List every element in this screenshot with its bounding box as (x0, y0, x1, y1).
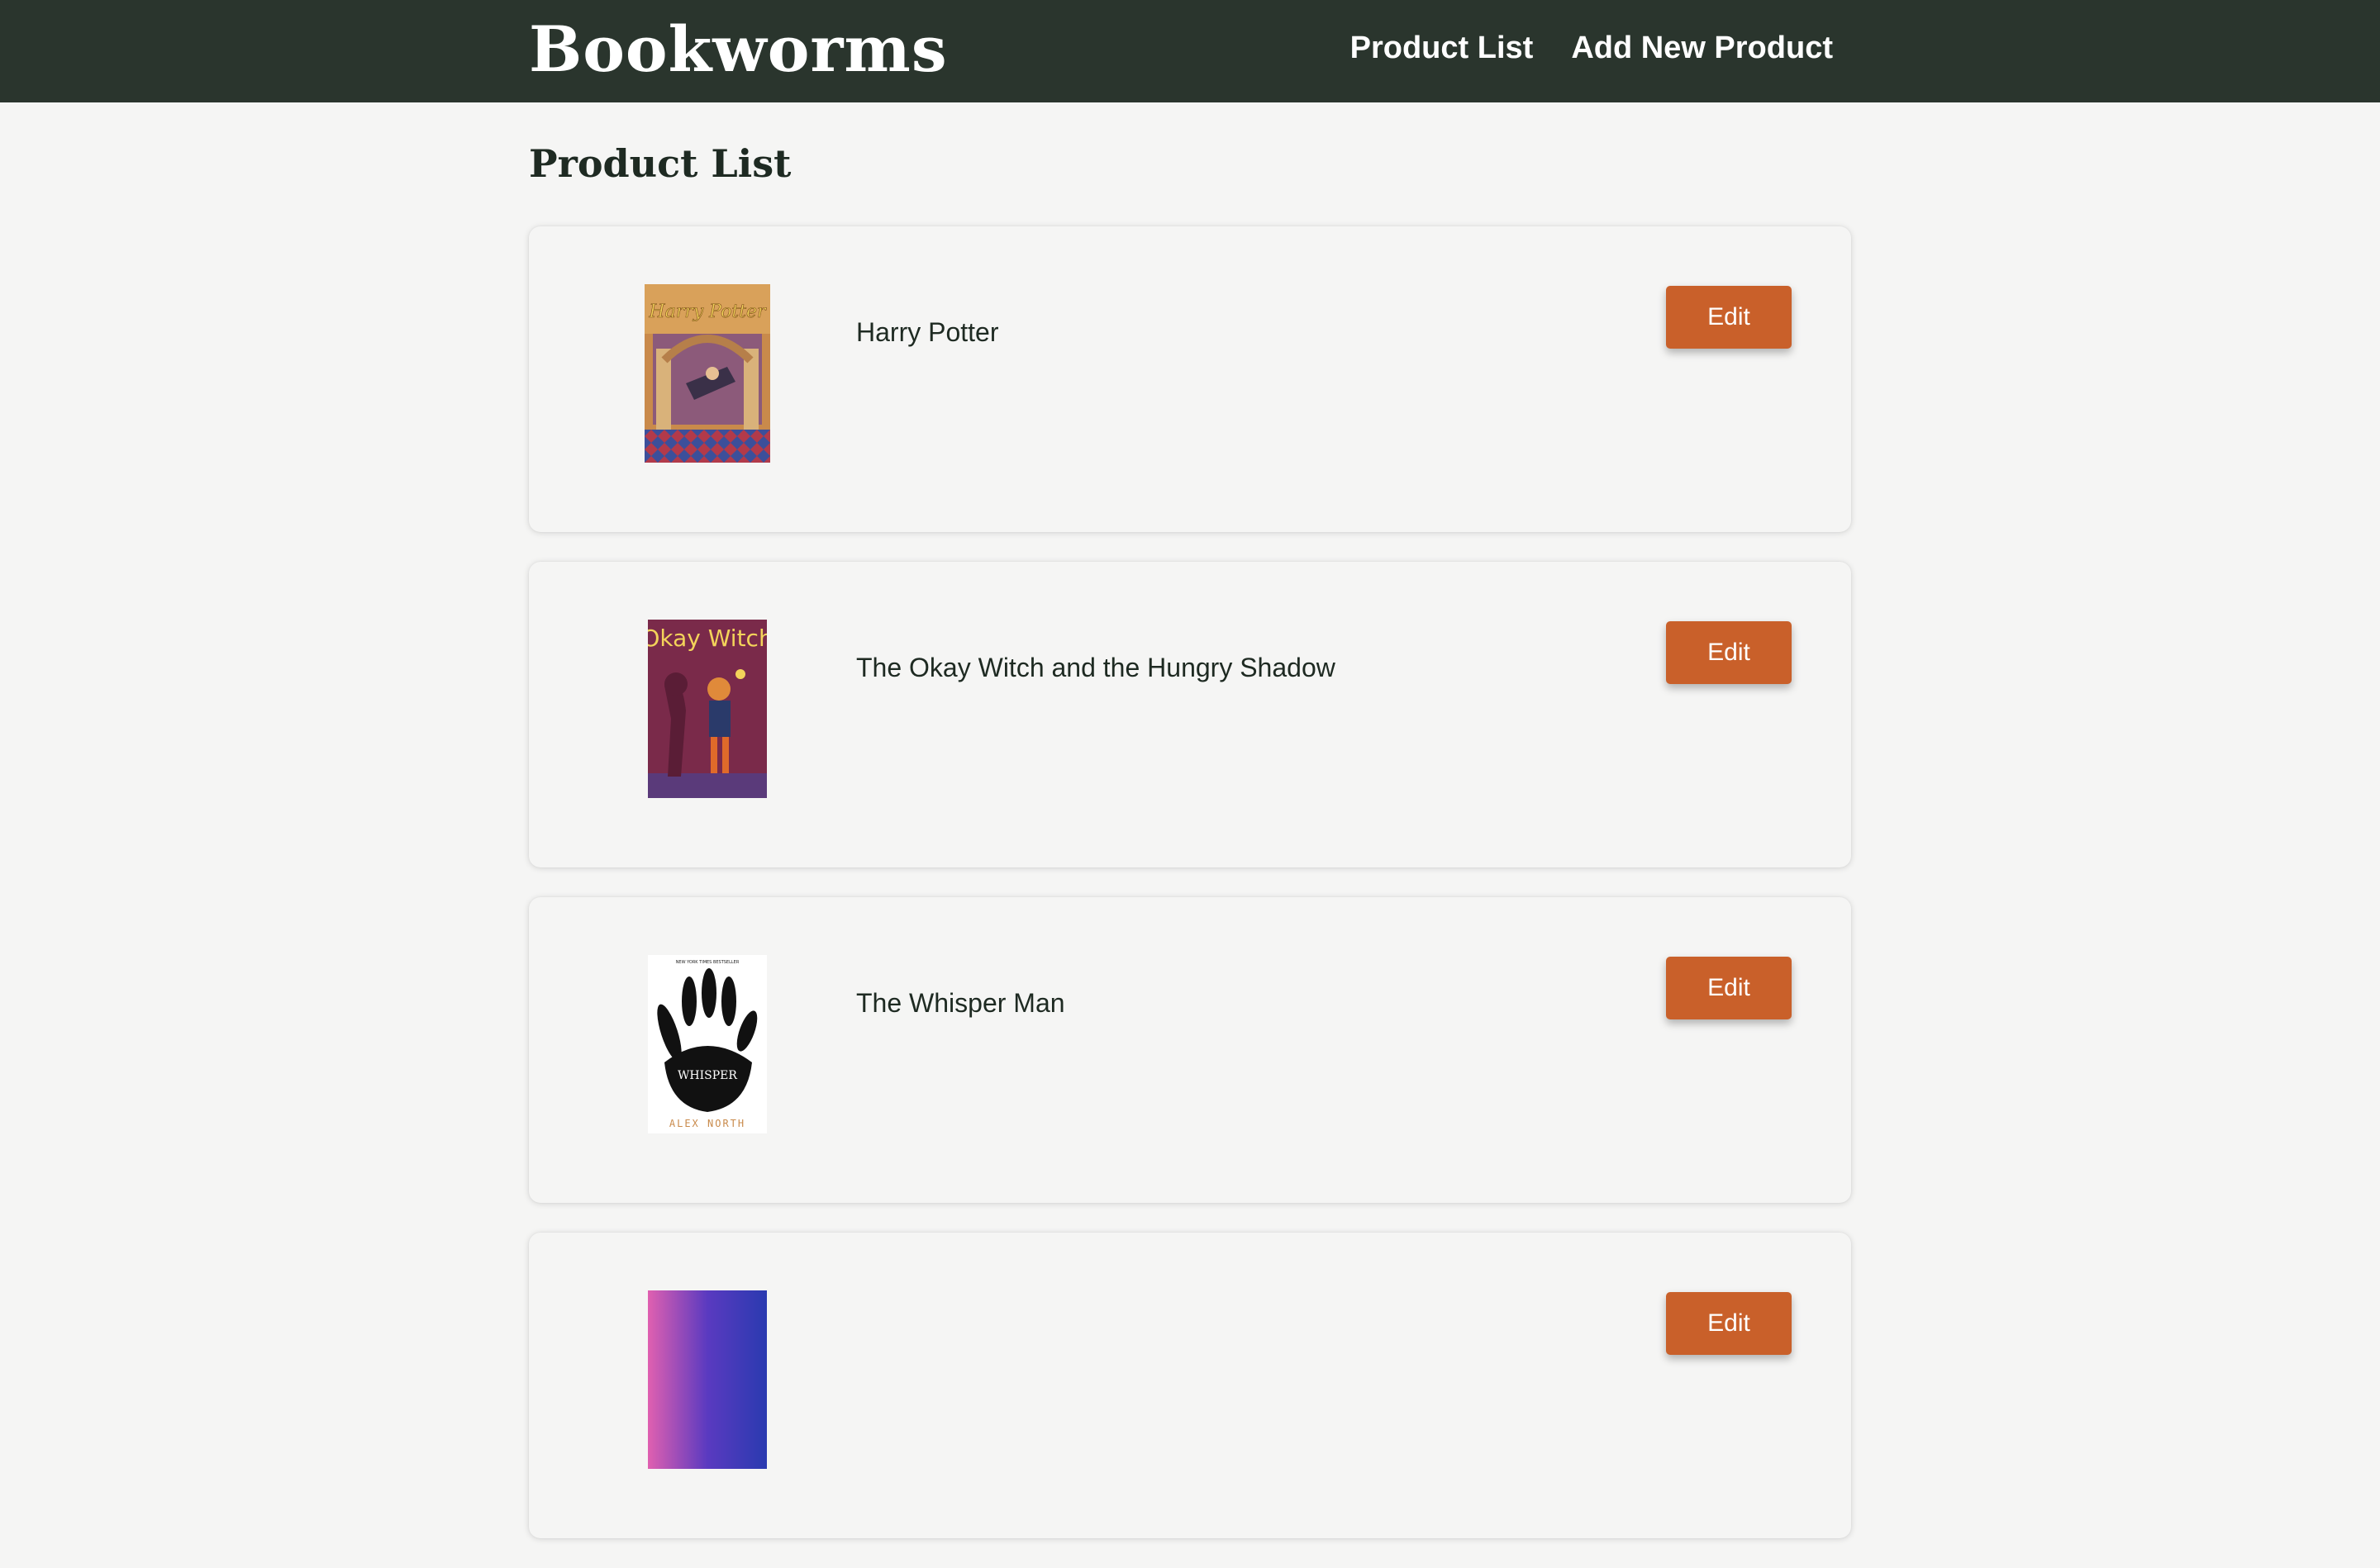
edit-button[interactable]: Edit (1666, 621, 1792, 684)
page-title: Product List (529, 141, 792, 186)
book-cover-image: Okay Witch (648, 620, 767, 798)
product-list: Harry Potter Harry Potter Edit Okay Witc… (529, 226, 1851, 1568)
cover-title-text: Harry Potter (648, 302, 767, 322)
whisper-man-cover-art: NEW YORK TIMES BESTSELLER WHISPER ALEX N… (648, 955, 767, 1133)
cover-author-text: ALEX NORTH (669, 1118, 745, 1129)
product-card: NEW YORK TIMES BESTSELLER WHISPER ALEX N… (529, 897, 1851, 1203)
navbar: Bookworms Product List Add New Product (0, 0, 2380, 102)
cover-tagline-text: NEW YORK TIMES BESTSELLER (676, 960, 740, 965)
product-title: The Whisper Man (856, 988, 1065, 1018)
harry-potter-cover-art: Harry Potter (645, 284, 770, 463)
brand-logo[interactable]: Bookworms (529, 7, 948, 93)
product-title: The Okay Witch and the Hungry Shadow (856, 653, 1335, 682)
okay-witch-cover-art: Okay Witch (648, 620, 767, 798)
edit-button[interactable]: Edit (1666, 957, 1792, 1019)
edit-button[interactable]: Edit (1666, 1292, 1792, 1355)
book-cover-image: Harry Potter (645, 284, 770, 463)
nav-add-new-product[interactable]: Add New Product (1571, 25, 1833, 71)
product-card: Okay Witch The Okay Witch and the Hungry… (529, 562, 1851, 867)
book-cover-image (648, 1290, 767, 1469)
main-nav: Product List Add New Product (1350, 25, 1833, 71)
product-card: Harry Potter Harry Potter Edit (529, 226, 1851, 532)
cover-title-text: WHISPER (678, 1069, 737, 1082)
product-card: Edit (529, 1233, 1851, 1538)
cover-title-text: Okay Witch (648, 625, 767, 652)
book-cover-art (648, 1290, 767, 1469)
book-cover-image: NEW YORK TIMES BESTSELLER WHISPER ALEX N… (648, 955, 767, 1133)
product-title: Harry Potter (856, 317, 999, 347)
nav-product-list[interactable]: Product List (1350, 25, 1534, 71)
edit-button[interactable]: Edit (1666, 286, 1792, 349)
